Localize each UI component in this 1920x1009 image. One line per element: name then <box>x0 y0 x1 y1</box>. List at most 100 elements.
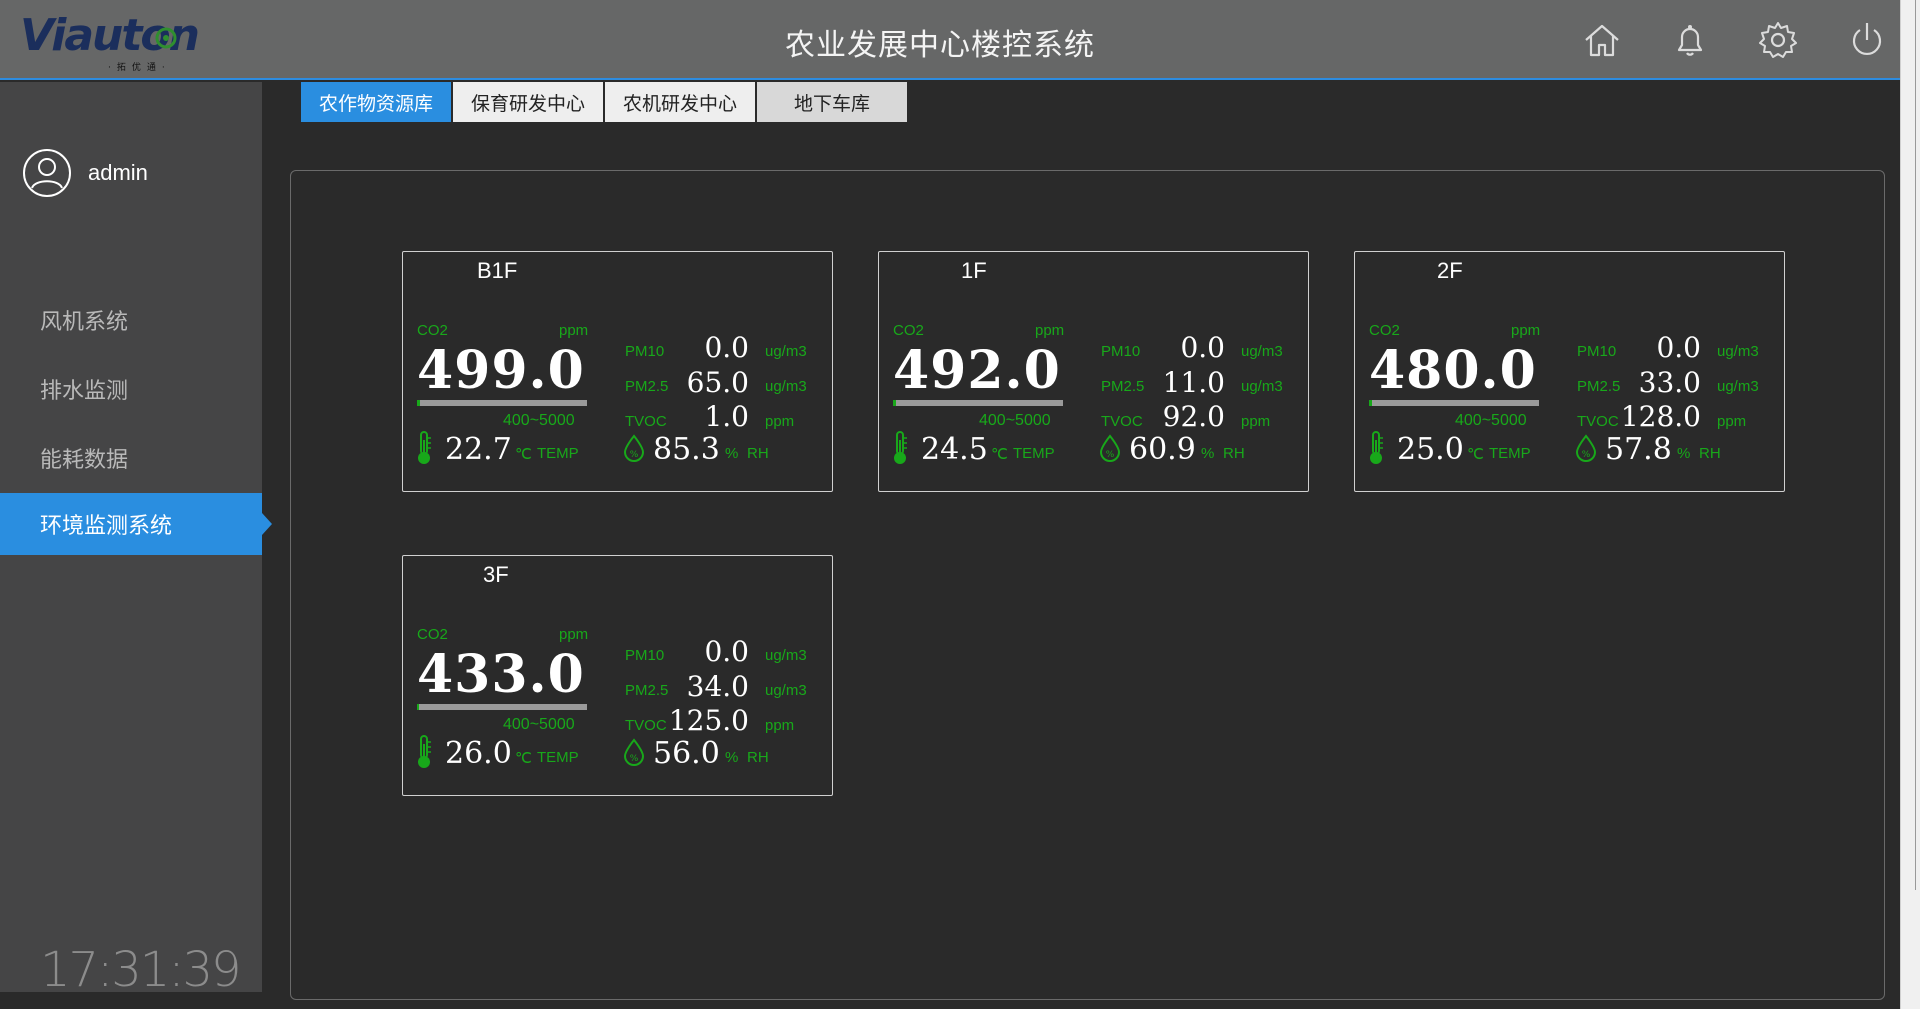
gear-icon[interactable] <box>1756 18 1800 62</box>
tvoc-value: 1.0 <box>704 400 749 433</box>
humidity-value: 57.8 <box>1605 432 1672 467</box>
tab-machinery-rd[interactable]: 农机研发中心 <box>605 82 755 122</box>
sidebar-item-energy[interactable]: 能耗数据 <box>0 427 262 489</box>
floor-name: 2F <box>1437 258 1463 283</box>
tvoc-unit: ppm <box>1717 413 1747 430</box>
floor-card-3f[interactable]: 3F CO2 ppm 433.0 400~5000 PM10 0.0 ug/m3… <box>402 555 833 796</box>
temperature-value: 24.5 <box>921 432 988 467</box>
temperature-label: TEMP <box>1013 445 1055 462</box>
sidebar-item-environment[interactable]: 环境监测系统 <box>0 493 272 555</box>
humidity-drop-icon: % <box>623 738 645 766</box>
temperature-value: 25.0 <box>1397 432 1464 467</box>
co2-range: 400~5000 <box>503 412 575 429</box>
user-profile[interactable]: admin <box>22 148 148 198</box>
co2-level-fill <box>1369 400 1373 406</box>
co2-value: 499.0 <box>417 340 585 401</box>
sidebar-item-drainage[interactable]: 排水监测 <box>0 358 262 420</box>
tab-nursery-rd[interactable]: 保育研发中心 <box>453 82 603 122</box>
scrollbar-track[interactable] <box>1906 0 1916 890</box>
tvoc-value: 92.0 <box>1162 400 1225 433</box>
co2-unit: ppm <box>559 626 589 643</box>
pm10-value: 0.0 <box>704 635 749 668</box>
pm25-unit: ug/m3 <box>1241 378 1283 395</box>
tab-underground-garage[interactable]: 地下车库 <box>757 82 907 122</box>
app-window: Viauton ·拓优通· 农业发展中心楼控系统 admin 风机系统 排水监测… <box>0 0 1920 1009</box>
humidity-value: 85.3 <box>653 432 720 467</box>
co2-level-fill <box>893 400 897 406</box>
co2-range: 400~5000 <box>503 716 575 733</box>
humidity-unit: % <box>725 445 739 462</box>
humidity-label: RH <box>1223 445 1245 462</box>
co2-unit: ppm <box>1511 322 1541 339</box>
building-tabs: 农作物资源库 保育研发中心 农机研发中心 地下车库 <box>301 82 909 122</box>
svg-text:%: % <box>1582 450 1591 460</box>
floor-card-1f[interactable]: 1F CO2 ppm 492.0 400~5000 PM10 0.0 ug/m3… <box>878 251 1309 492</box>
co2-level-fill <box>417 400 421 406</box>
temperature-unit: ℃ <box>1467 446 1484 463</box>
co2-unit: ppm <box>1035 322 1065 339</box>
tvoc-unit: ppm <box>765 717 795 734</box>
pm10-unit: ug/m3 <box>1241 343 1283 360</box>
co2-label: CO2 <box>417 322 448 339</box>
user-name: admin <box>88 160 148 185</box>
humidity-label: RH <box>747 749 769 766</box>
power-icon[interactable] <box>1845 18 1889 62</box>
user-avatar-icon <box>23 149 71 197</box>
sidebar: admin 风机系统 排水监测 能耗数据 环境监测系统 17:31:39 <box>0 82 272 998</box>
pm25-value: 11.0 <box>1162 366 1225 399</box>
pm25-unit: ug/m3 <box>765 378 807 395</box>
co2-value: 433.0 <box>417 644 585 705</box>
bell-icon[interactable] <box>1668 18 1712 62</box>
co2-level-fill <box>417 704 419 710</box>
floor-name: 1F <box>961 258 987 283</box>
humidity-unit: % <box>1677 445 1691 462</box>
floor-card-b1f[interactable]: B1F CO2 ppm 499.0 400~5000 PM10 0.0 ug/m… <box>402 251 833 492</box>
svg-text:%: % <box>630 754 639 764</box>
floor-card-2f[interactable]: 2F CO2 ppm 480.0 400~5000 PM10 0.0 ug/m3… <box>1354 251 1785 492</box>
co2-label: CO2 <box>1369 322 1400 339</box>
temperature-label: TEMP <box>537 749 579 766</box>
header-bar: Viauton ·拓优通· 农业发展中心楼控系统 <box>0 0 1900 80</box>
tab-crop-resource[interactable]: 农作物资源库 <box>301 82 451 122</box>
humidity-drop-icon: % <box>1099 434 1121 462</box>
vertical-scrollbar[interactable] <box>1900 0 1920 1009</box>
thermometer-icon <box>415 430 433 466</box>
pm10-unit: ug/m3 <box>765 343 807 360</box>
home-icon[interactable] <box>1580 18 1624 62</box>
humidity-value: 56.0 <box>653 736 720 771</box>
co2-value: 480.0 <box>1369 340 1537 401</box>
co2-range: 400~5000 <box>979 412 1051 429</box>
humidity-unit: % <box>725 749 739 766</box>
co2-level-bar <box>417 400 587 406</box>
co2-range: 400~5000 <box>1455 412 1527 429</box>
sidebar-item-fan-system[interactable]: 风机系统 <box>0 289 262 351</box>
pm25-unit: ug/m3 <box>765 682 807 699</box>
pm25-value: 33.0 <box>1638 366 1701 399</box>
temperature-value: 26.0 <box>445 736 512 771</box>
pm10-value: 0.0 <box>1656 331 1701 364</box>
pm25-value: 34.0 <box>686 670 749 703</box>
humidity-label: RH <box>747 445 769 462</box>
co2-value: 492.0 <box>893 340 1061 401</box>
svg-text:%: % <box>1106 450 1115 460</box>
clock: 17:31:39 <box>40 942 242 998</box>
tvoc-value: 128.0 <box>1620 400 1701 433</box>
co2-unit: ppm <box>559 322 589 339</box>
humidity-unit: % <box>1201 445 1215 462</box>
humidity-drop-icon: % <box>623 434 645 462</box>
temperature-label: TEMP <box>1489 445 1531 462</box>
pm10-unit: ug/m3 <box>1717 343 1759 360</box>
pm10-unit: ug/m3 <box>765 647 807 664</box>
humidity-drop-icon: % <box>1575 434 1597 462</box>
tvoc-unit: ppm <box>1241 413 1271 430</box>
temperature-unit: ℃ <box>515 750 532 767</box>
pm10-value: 0.0 <box>704 331 749 364</box>
tvoc-unit: ppm <box>765 413 795 430</box>
temperature-label: TEMP <box>537 445 579 462</box>
co2-label: CO2 <box>417 626 448 643</box>
pm25-unit: ug/m3 <box>1717 378 1759 395</box>
tvoc-value: 125.0 <box>668 704 749 737</box>
temperature-unit: ℃ <box>515 446 532 463</box>
pm25-value: 65.0 <box>686 366 749 399</box>
co2-label: CO2 <box>893 322 924 339</box>
